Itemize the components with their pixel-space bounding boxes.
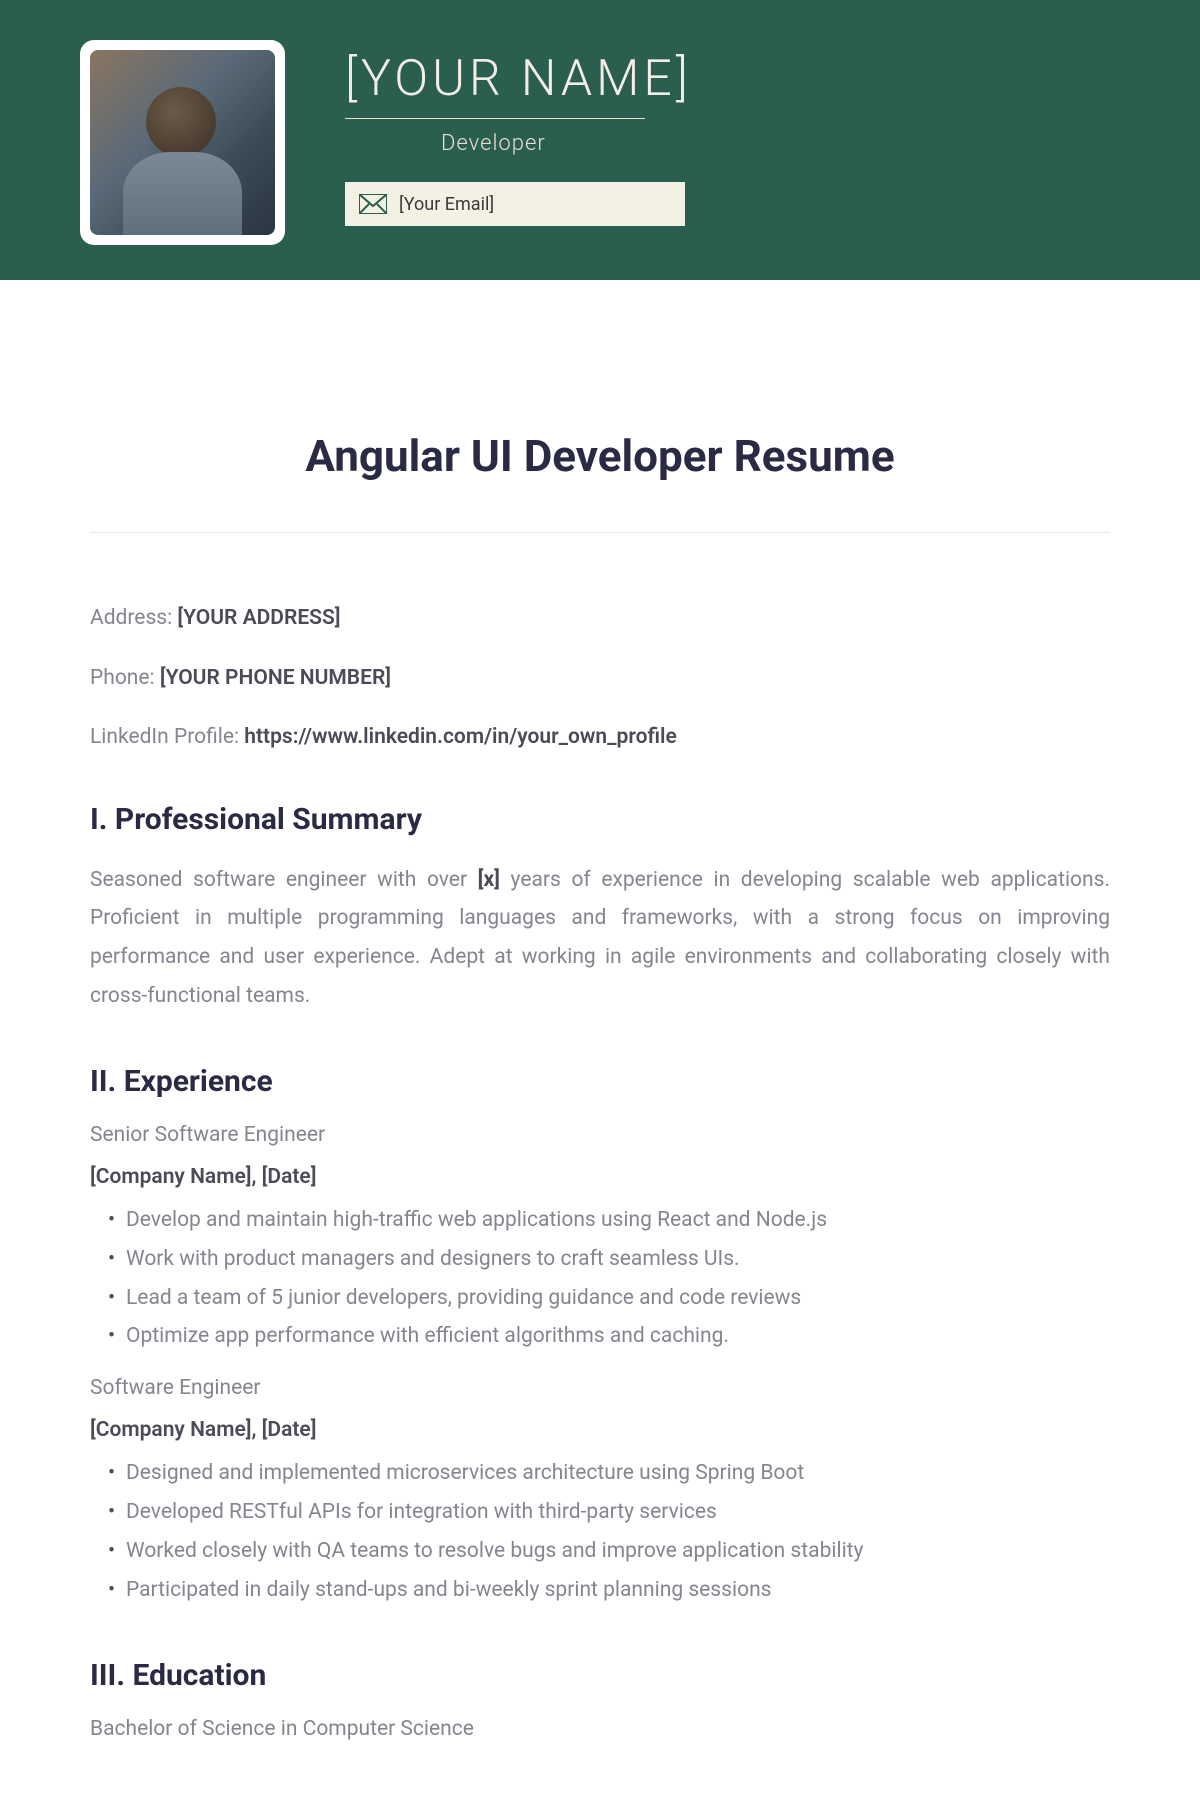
email-placeholder: [Your Email]: [399, 194, 494, 215]
summary-text: Seasoned software engineer with over [x]…: [90, 861, 1110, 1016]
title-divider: [90, 532, 1110, 533]
job-meta: [Company Name], [Date]: [90, 1418, 1110, 1442]
list-item: Work with product managers and designers…: [108, 1240, 1110, 1279]
list-item: Optimize app performance with efficient …: [108, 1317, 1110, 1356]
job-bullets: Develop and maintain high-traffic web ap…: [90, 1201, 1110, 1356]
summary-pre: Seasoned software engineer with over: [90, 868, 478, 892]
phone-value: [YOUR PHONE NUMBER]: [160, 666, 391, 690]
phone-line: Phone: [YOUR PHONE NUMBER]: [90, 663, 1110, 695]
name-underline: [345, 118, 645, 119]
job-bullets: Designed and implemented microservices a…: [90, 1454, 1110, 1609]
experience-entry: Senior Software Engineer [Company Name],…: [90, 1123, 1110, 1356]
summary-years: [x]: [478, 868, 500, 892]
list-item: Develop and maintain high-traffic web ap…: [108, 1201, 1110, 1240]
document-title: Angular UI Developer Resume: [90, 430, 1110, 482]
job-title: Software Engineer: [90, 1376, 1110, 1400]
document-body: Angular UI Developer Resume Address: [YO…: [0, 280, 1200, 1819]
list-item: Participated in daily stand-ups and bi-w…: [108, 1571, 1110, 1610]
linkedin-label: LinkedIn Profile:: [90, 725, 244, 749]
linkedin-value: https://www.linkedin.com/in/your_own_pro…: [244, 725, 677, 749]
education-degree: Bachelor of Science in Computer Science: [90, 1717, 1110, 1741]
role-subtitle: Developer: [441, 131, 1120, 156]
mail-icon: [359, 194, 387, 214]
experience-heading: II. Experience: [90, 1064, 1110, 1099]
email-field[interactable]: [Your Email]: [345, 182, 685, 226]
job-title: Senior Software Engineer: [90, 1123, 1110, 1147]
list-item: Worked closely with QA teams to resolve …: [108, 1532, 1110, 1571]
job-meta: [Company Name], [Date]: [90, 1165, 1110, 1189]
address-value: [YOUR ADDRESS]: [177, 606, 340, 630]
linkedin-line: LinkedIn Profile: https://www.linkedin.c…: [90, 722, 1110, 754]
list-item: Developed RESTful APIs for integration w…: [108, 1493, 1110, 1532]
header-banner: [YOUR NAME] Developer [Your Email]: [0, 0, 1200, 280]
list-item: Designed and implemented microservices a…: [108, 1454, 1110, 1493]
summary-heading: I. Professional Summary: [90, 802, 1110, 837]
address-line: Address: [YOUR ADDRESS]: [90, 603, 1110, 635]
list-item: Lead a team of 5 junior developers, prov…: [108, 1279, 1110, 1318]
profile-photo: [90, 50, 275, 235]
name-heading: [YOUR NAME]: [345, 50, 1120, 108]
experience-entry: Software Engineer [Company Name], [Date]…: [90, 1376, 1110, 1609]
address-label: Address:: [90, 606, 177, 630]
header-text-block: [YOUR NAME] Developer [Your Email]: [345, 40, 1120, 226]
education-heading: III. Education: [90, 1658, 1110, 1693]
profile-photo-frame: [80, 40, 285, 245]
phone-label: Phone:: [90, 666, 160, 690]
